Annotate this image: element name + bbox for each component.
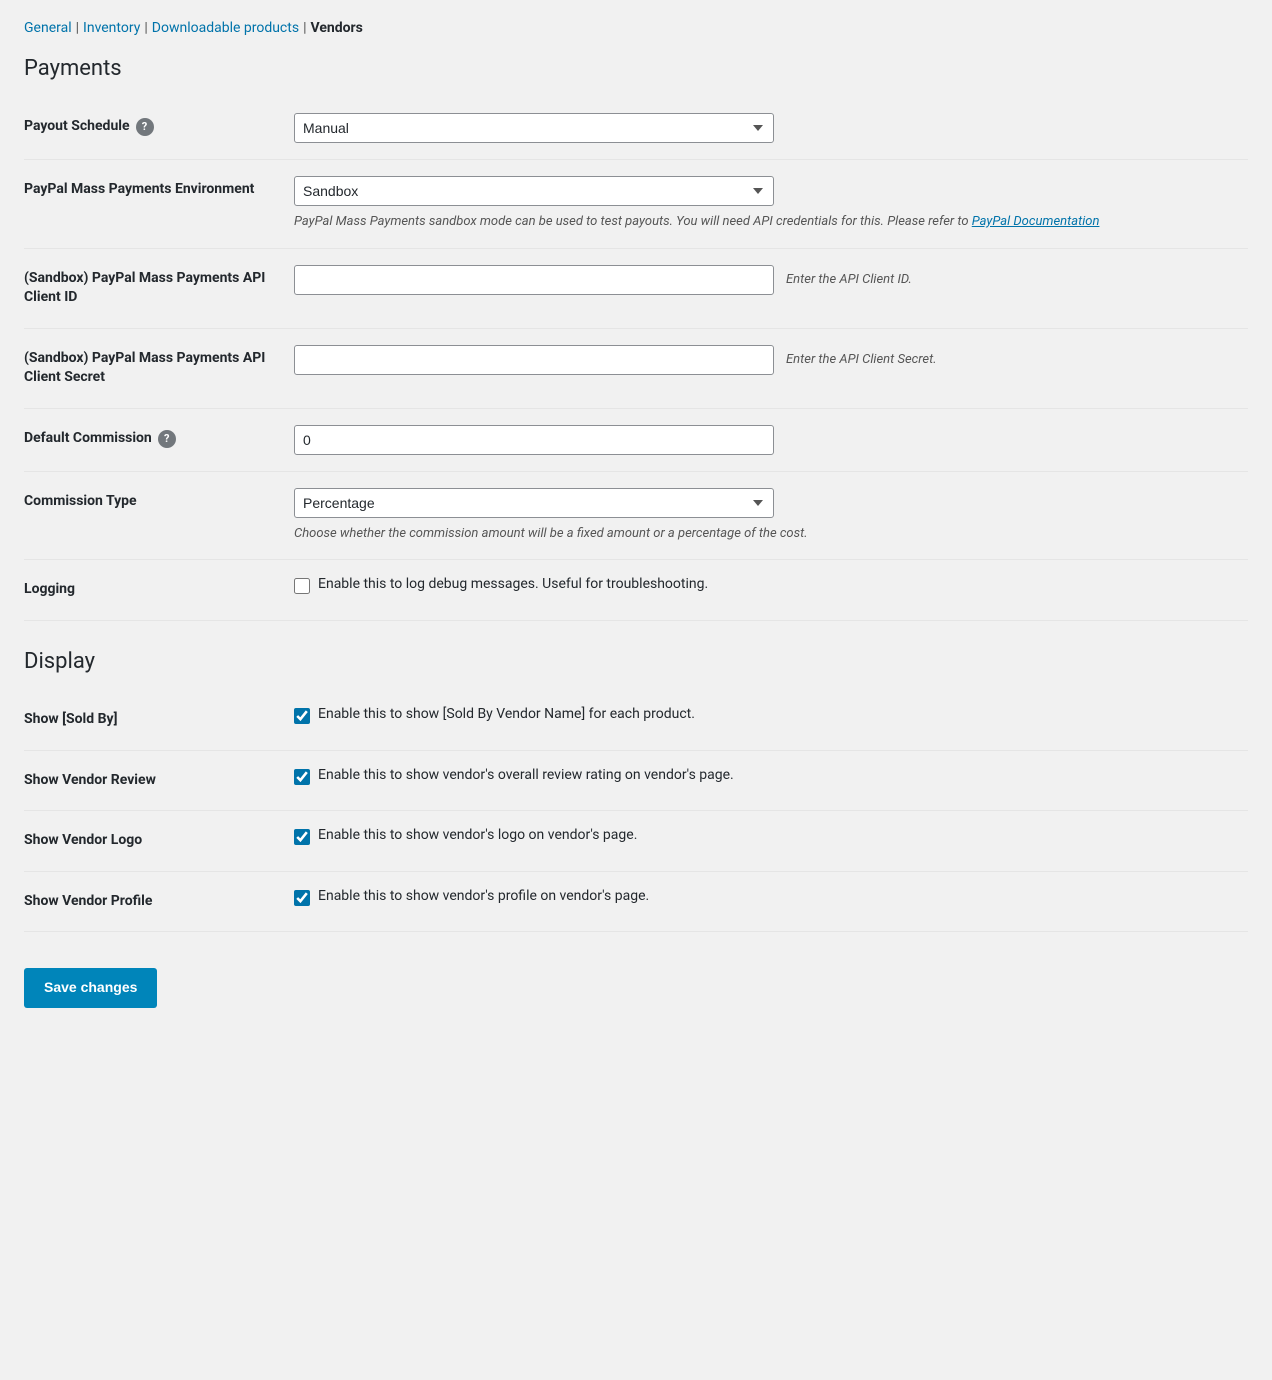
- payments-table: Payout Schedule ? Manual Weekly Monthly …: [24, 97, 1248, 621]
- display-heading: Display: [24, 649, 1248, 674]
- show-vendor-review-row: Show Vendor Review Enable this to show v…: [24, 750, 1248, 811]
- default-commission-input[interactable]: [294, 425, 774, 455]
- show-vendor-logo-text: Enable this to show vendor's logo on ven…: [318, 827, 637, 843]
- show-vendor-review-checkbox-label[interactable]: Enable this to show vendor's overall rev…: [294, 767, 1238, 785]
- logging-row: Logging Enable this to log debug message…: [24, 560, 1248, 621]
- default-commission-help-icon[interactable]: ?: [158, 430, 176, 448]
- breadcrumb-general[interactable]: General: [24, 20, 72, 36]
- default-commission-row: Default Commission ?: [24, 408, 1248, 471]
- show-sold-by-checkbox[interactable]: [294, 708, 310, 724]
- commission-type-select[interactable]: Percentage Fixed: [294, 488, 774, 518]
- paypal-docs-link[interactable]: PayPal Documentation: [972, 214, 1100, 229]
- submit-row: Save changes: [24, 956, 1248, 1020]
- sandbox-client-secret-hint: Enter the API Client Secret.: [786, 350, 937, 370]
- logging-checkbox-label[interactable]: Enable this to log debug messages. Usefu…: [294, 576, 1238, 594]
- commission-type-label: Commission Type: [24, 493, 137, 509]
- show-vendor-profile-text: Enable this to show vendor's profile on …: [318, 888, 649, 904]
- logging-label: Logging: [24, 581, 75, 597]
- sandbox-client-id-hint: Enter the API Client ID.: [786, 270, 912, 290]
- sandbox-client-id-row: (Sandbox) PayPal Mass Payments API Clien…: [24, 248, 1248, 328]
- show-vendor-review-text: Enable this to show vendor's overall rev…: [318, 767, 734, 783]
- sandbox-client-id-input[interactable]: [294, 265, 774, 295]
- show-sold-by-checkbox-label[interactable]: Enable this to show [Sold By Vendor Name…: [294, 706, 1238, 724]
- show-vendor-profile-checkbox-label[interactable]: Enable this to show vendor's profile on …: [294, 888, 1238, 906]
- payout-schedule-select[interactable]: Manual Weekly Monthly: [294, 113, 774, 143]
- sandbox-client-secret-input[interactable]: [294, 345, 774, 375]
- breadcrumb-sep-2: |: [144, 20, 147, 36]
- show-sold-by-label: Show [Sold By]: [24, 711, 117, 727]
- payout-schedule-label: Payout Schedule: [24, 117, 130, 137]
- breadcrumb-sep-3: |: [303, 20, 306, 36]
- breadcrumb-inventory[interactable]: Inventory: [83, 20, 140, 36]
- commission-type-description: Choose whether the commission amount wil…: [294, 524, 808, 544]
- show-vendor-logo-checkbox[interactable]: [294, 829, 310, 845]
- sandbox-client-id-label: (Sandbox) PayPal Mass Payments API Clien…: [24, 270, 265, 306]
- show-vendor-logo-row: Show Vendor Logo Enable this to show ven…: [24, 811, 1248, 872]
- show-sold-by-text: Enable this to show [Sold By Vendor Name…: [318, 706, 695, 722]
- breadcrumb-current: Vendors: [311, 20, 363, 36]
- show-vendor-review-label: Show Vendor Review: [24, 772, 156, 788]
- logging-checkbox[interactable]: [294, 578, 310, 594]
- breadcrumb-downloadable[interactable]: Downloadable products: [152, 20, 299, 36]
- paypal-env-label: PayPal Mass Payments Environment: [24, 181, 254, 197]
- sandbox-client-secret-label: (Sandbox) PayPal Mass Payments API Clien…: [24, 350, 265, 386]
- paypal-env-select[interactable]: Sandbox Live: [294, 176, 774, 206]
- paypal-env-description: PayPal Mass Payments sandbox mode can be…: [294, 212, 1099, 232]
- sandbox-client-secret-row: (Sandbox) PayPal Mass Payments API Clien…: [24, 328, 1248, 408]
- payout-schedule-help-icon[interactable]: ?: [136, 118, 154, 136]
- save-changes-button[interactable]: Save changes: [24, 968, 157, 1008]
- payout-schedule-row: Payout Schedule ? Manual Weekly Monthly: [24, 97, 1248, 160]
- show-sold-by-row: Show [Sold By] Enable this to show [Sold…: [24, 690, 1248, 750]
- default-commission-label: Default Commission: [24, 429, 152, 449]
- breadcrumb: General | Inventory | Downloadable produ…: [24, 20, 1248, 36]
- commission-type-row: Commission Type Percentage Fixed Choose …: [24, 471, 1248, 560]
- payments-heading: Payments: [24, 56, 1248, 81]
- breadcrumb-sep-1: |: [76, 20, 79, 36]
- show-vendor-review-checkbox[interactable]: [294, 769, 310, 785]
- show-vendor-logo-checkbox-label[interactable]: Enable this to show vendor's logo on ven…: [294, 827, 1238, 845]
- logging-checkbox-text: Enable this to log debug messages. Usefu…: [318, 576, 708, 592]
- show-vendor-logo-label: Show Vendor Logo: [24, 832, 142, 848]
- show-vendor-profile-row: Show Vendor Profile Enable this to show …: [24, 871, 1248, 932]
- paypal-env-row: PayPal Mass Payments Environment Sandbox…: [24, 160, 1248, 249]
- show-vendor-profile-label: Show Vendor Profile: [24, 893, 152, 909]
- show-vendor-profile-checkbox[interactable]: [294, 890, 310, 906]
- display-table: Show [Sold By] Enable this to show [Sold…: [24, 690, 1248, 932]
